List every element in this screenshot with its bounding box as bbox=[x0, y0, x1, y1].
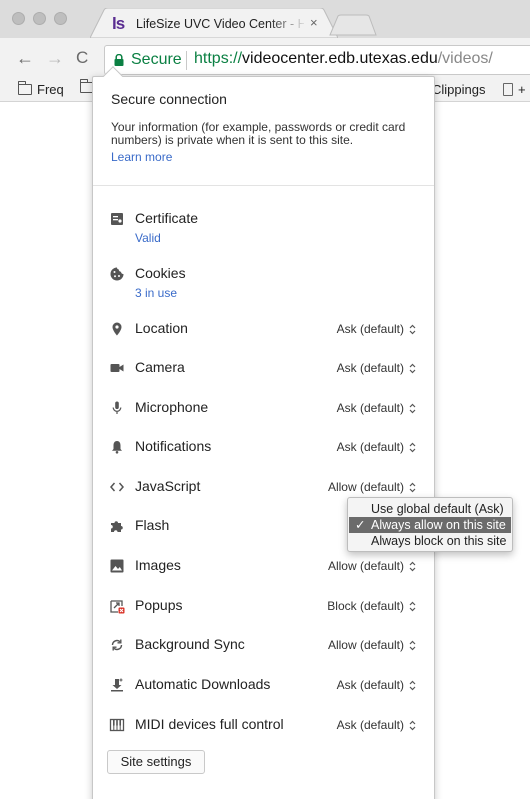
camera-icon bbox=[110, 364, 124, 372]
certificate-row[interactable]: Certificate Valid bbox=[93, 207, 434, 245]
bookmark-folder-freq[interactable]: Freq bbox=[18, 81, 64, 97]
page-icon bbox=[503, 83, 513, 96]
updown-chevron-icon bbox=[409, 403, 416, 413]
zoom-window-button[interactable] bbox=[54, 12, 67, 25]
updown-chevron-icon bbox=[409, 363, 416, 373]
notifications-select[interactable]: Ask (default) bbox=[337, 440, 416, 454]
cookie-icon bbox=[110, 267, 124, 281]
updown-chevron-icon bbox=[409, 720, 416, 730]
microphone-select[interactable]: Ask (default) bbox=[337, 401, 416, 415]
puzzle-piece-icon bbox=[111, 521, 123, 532]
close-window-button[interactable] bbox=[12, 12, 25, 25]
bookmark-page[interactable]: + bbox=[503, 82, 526, 97]
javascript-select[interactable]: Allow (default) bbox=[328, 480, 416, 494]
forward-arrow-icon[interactable]: → bbox=[46, 47, 64, 69]
image-icon bbox=[110, 559, 124, 573]
sync-icon bbox=[111, 639, 123, 651]
permission-row-camera[interactable]: Camera Ask (default) bbox=[93, 356, 434, 382]
code-brackets-icon bbox=[110, 482, 124, 492]
location-pin-icon bbox=[112, 322, 122, 336]
permission-row-notifications[interactable]: Notifications Ask (default) bbox=[93, 435, 434, 461]
site-favicon-icon: ls bbox=[112, 14, 125, 33]
updown-chevron-icon bbox=[409, 561, 416, 571]
site-settings-button[interactable]: Site settings bbox=[107, 750, 205, 774]
back-arrow-icon[interactable]: ← bbox=[16, 47, 34, 69]
learn-more-link[interactable]: Learn more bbox=[111, 150, 172, 164]
camera-select[interactable]: Ask (default) bbox=[337, 361, 416, 375]
download-icon bbox=[111, 678, 123, 692]
updown-chevron-icon bbox=[409, 601, 416, 611]
menu-item-always-allow[interactable]: ✓ Always allow on this site bbox=[349, 517, 511, 533]
permission-row-background-sync[interactable]: Background Sync Allow (default) bbox=[93, 633, 434, 659]
certificate-status-link[interactable]: Valid bbox=[135, 231, 161, 245]
updown-chevron-icon bbox=[409, 324, 416, 334]
midi-select[interactable]: Ask (default) bbox=[337, 718, 416, 732]
microphone-icon bbox=[112, 401, 122, 414]
permission-row-microphone[interactable]: Microphone Ask (default) bbox=[93, 396, 434, 422]
permission-row-popups[interactable]: Popups Block (default) bbox=[93, 594, 434, 620]
folder-icon bbox=[18, 81, 32, 95]
permission-row-location[interactable]: Location Ask (default) bbox=[93, 317, 434, 343]
flash-options-menu: Use global default (Ask) ✓ Always allow … bbox=[347, 497, 513, 552]
tab-strip: ls LifeSize UVC Video Center - H × bbox=[0, 0, 530, 38]
permission-row-automatic-downloads[interactable]: Automatic Downloads Ask (default) bbox=[93, 673, 434, 699]
popup-blocked-icon bbox=[110, 600, 125, 614]
popups-select[interactable]: Block (default) bbox=[327, 599, 416, 613]
midi-keyboard-icon bbox=[109, 718, 125, 732]
bookmark-clippings[interactable]: Clippings bbox=[432, 82, 485, 97]
updown-chevron-icon bbox=[409, 442, 416, 452]
cookies-row[interactable]: Cookies 3 in use bbox=[93, 262, 434, 300]
divider bbox=[93, 185, 434, 186]
secure-chip[interactable]: Secure bbox=[131, 51, 182, 69]
automatic-downloads-select[interactable]: Ask (default) bbox=[337, 678, 416, 692]
url-text[interactable]: https://videocenter.edb.utexas.edu/video… bbox=[194, 50, 493, 68]
active-tab[interactable]: ls LifeSize UVC Video Center - H × bbox=[90, 8, 338, 38]
background-sync-select[interactable]: Allow (default) bbox=[328, 638, 416, 652]
tab-close-icon[interactable]: × bbox=[310, 15, 318, 30]
minimize-window-button[interactable] bbox=[33, 12, 46, 25]
reload-icon[interactable]: C bbox=[76, 47, 88, 69]
permission-row-midi[interactable]: MIDI devices full control Ask (default) bbox=[93, 713, 434, 739]
lock-icon[interactable] bbox=[114, 54, 124, 66]
location-select[interactable]: Ask (default) bbox=[337, 322, 416, 336]
checkmark-icon: ✓ bbox=[355, 518, 366, 532]
popup-description: Your information (for example, passwords… bbox=[111, 120, 406, 147]
updown-chevron-icon bbox=[409, 640, 416, 650]
menu-item-always-block[interactable]: Always block on this site bbox=[349, 533, 511, 549]
images-select[interactable]: Allow (default) bbox=[328, 559, 416, 573]
updown-chevron-icon bbox=[409, 482, 416, 492]
menu-item-use-global-default[interactable]: Use global default (Ask) bbox=[349, 501, 511, 517]
popup-title: Secure connection bbox=[111, 91, 227, 107]
bell-icon bbox=[112, 441, 122, 454]
certificate-icon bbox=[111, 213, 123, 225]
new-tab-button[interactable] bbox=[328, 14, 378, 36]
page-info-popup: Secure connection Your information (for … bbox=[92, 76, 435, 799]
updown-chevron-icon bbox=[409, 680, 416, 690]
permission-row-images[interactable]: Images Allow (default) bbox=[93, 554, 434, 580]
cookies-status-link[interactable]: 3 in use bbox=[135, 286, 177, 300]
